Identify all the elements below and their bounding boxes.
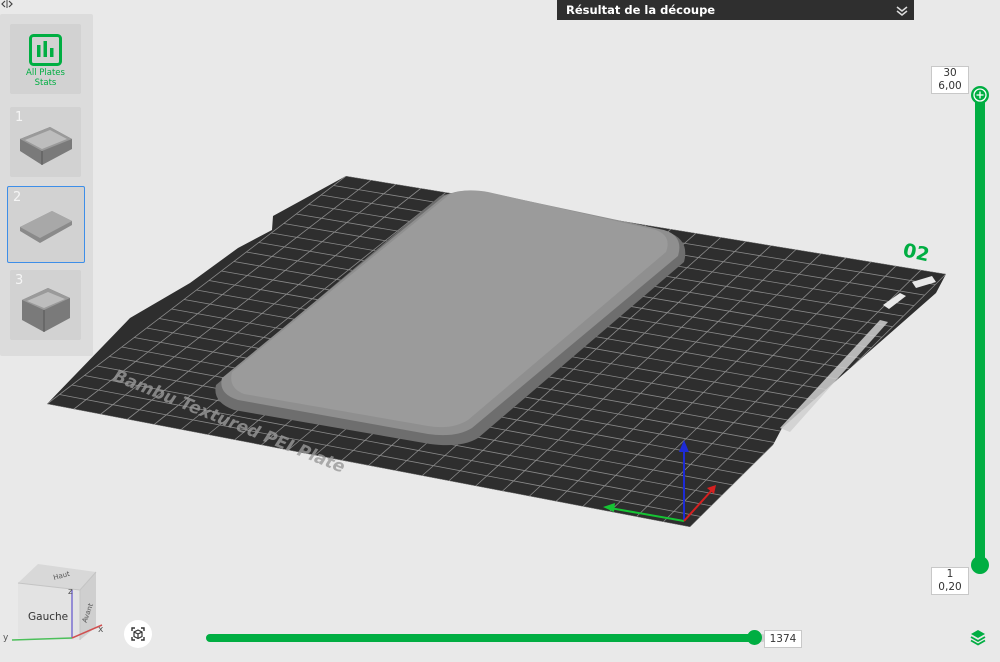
bottom-layer-number: 1 (946, 568, 954, 580)
plus-icon (973, 88, 987, 102)
layer-slider-bottom-handle[interactable] (971, 556, 989, 574)
top-layer-height: 6,00 (938, 80, 962, 92)
top-layer-label: 30 6,00 (931, 66, 969, 94)
view-cube-face-label: Gauche (28, 611, 68, 623)
layer-slider-track[interactable] (975, 92, 985, 567)
progress-value: 1374 (764, 630, 802, 648)
axis-y-label: y (3, 633, 9, 643)
layers-icon[interactable] (969, 628, 987, 650)
progress-handle[interactable] (747, 630, 762, 645)
bottom-layer-height: 0,20 (938, 581, 962, 593)
progress-fill (206, 634, 755, 642)
plate-number-label: 02 (901, 239, 931, 266)
reset-view-button[interactable] (124, 620, 152, 648)
reset-view-icon (131, 627, 145, 641)
top-layer-number: 30 (943, 67, 957, 79)
build-plate-scene[interactable]: 02 Bambu Textured PEI Plate (0, 0, 1000, 662)
layer-slider-top-handle[interactable] (971, 86, 989, 104)
bottom-layer-label: 1 0,20 (931, 567, 969, 595)
view-cube[interactable]: Gauche Avant Haut z y x (0, 560, 110, 650)
axis-z-label: z (68, 587, 73, 597)
axis-x-label: x (98, 625, 104, 635)
